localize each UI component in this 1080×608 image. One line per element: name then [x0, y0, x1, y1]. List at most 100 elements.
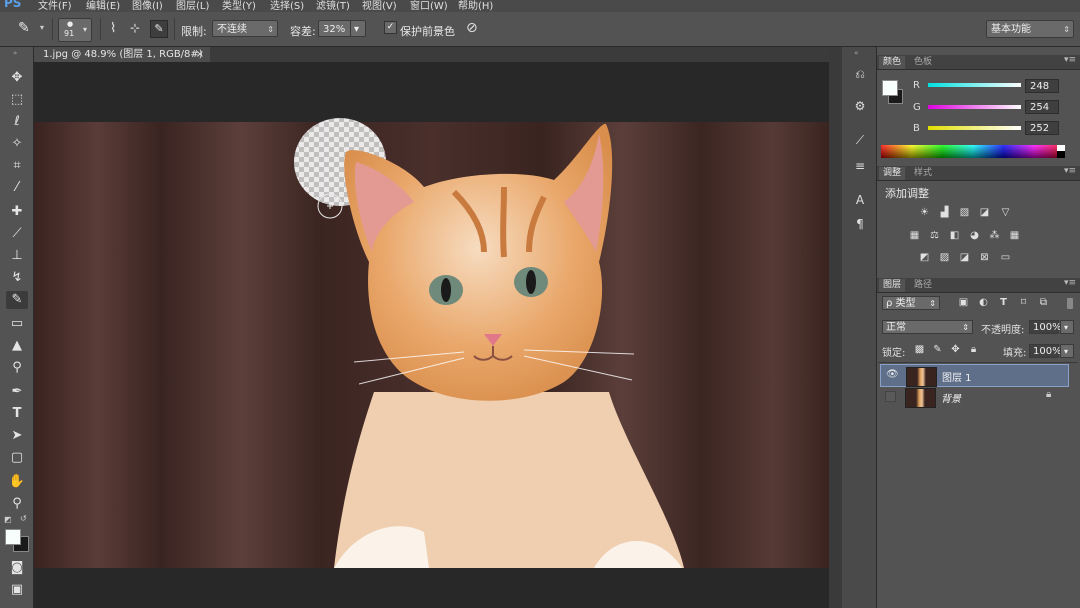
- levels-icon[interactable]: ▟: [938, 207, 951, 219]
- layer-name[interactable]: 背景: [941, 390, 961, 405]
- panel-menu-icon[interactable]: ▾≡: [1064, 278, 1076, 288]
- layer-name[interactable]: 图层 1: [942, 369, 972, 384]
- paragraph-panel-icon[interactable]: ¶: [851, 217, 869, 233]
- tab-paths[interactable]: 路径: [910, 279, 936, 292]
- canvas-area[interactable]: [34, 62, 829, 608]
- collapse-arrows-icon[interactable]: «: [854, 49, 858, 57]
- hue-saturation-icon[interactable]: ▦: [908, 230, 921, 242]
- curves-icon[interactable]: ▧: [958, 207, 971, 219]
- brush-panel-icon[interactable]: ⟋: [851, 133, 869, 149]
- gradient-tool-icon[interactable]: ▭: [6, 315, 28, 333]
- magic-wand-tool-icon[interactable]: ✧: [6, 135, 28, 153]
- crop-tool-icon[interactable]: ⌗: [6, 157, 28, 175]
- eyedropper-tool-icon[interactable]: ⁄: [6, 179, 28, 197]
- lock-image-icon[interactable]: ✎: [931, 344, 944, 356]
- limits-select[interactable]: 不连续 ⇕: [212, 20, 278, 37]
- path-selection-tool-icon[interactable]: ➤: [6, 427, 28, 445]
- tab-swatches[interactable]: 色板: [910, 56, 936, 69]
- color-lookup-icon[interactable]: ▦: [1008, 230, 1021, 242]
- default-colors-icon[interactable]: ◩: [4, 515, 12, 524]
- menu-file[interactable]: 文件(F): [38, 0, 72, 12]
- menu-filter[interactable]: 滤镜(T): [316, 0, 350, 12]
- menu-view[interactable]: 视图(V): [362, 0, 397, 12]
- visibility-toggle-empty[interactable]: [885, 391, 896, 402]
- document-tab[interactable]: 1.jpg @ 48.9% (图层 1, RGB/8#) * ×: [34, 47, 210, 75]
- brush-picker[interactable]: ● 91 ▾: [58, 18, 92, 42]
- screen-mode-icon[interactable]: ▣: [6, 581, 28, 599]
- move-tool-icon[interactable]: ✥: [6, 69, 28, 87]
- tab-color[interactable]: 颜色: [879, 56, 906, 69]
- vibrance-icon[interactable]: ▽: [999, 207, 1012, 219]
- sampling-background-swatch-icon[interactable]: ✎: [150, 20, 168, 38]
- channel-g-value[interactable]: 254: [1025, 100, 1059, 114]
- panel-menu-icon[interactable]: ▾≡: [1064, 166, 1076, 176]
- brush-tool-icon[interactable]: ⟋: [6, 225, 28, 243]
- protect-foreground-checkbox[interactable]: ✓: [384, 21, 397, 34]
- quick-mask-icon[interactable]: ◙: [6, 559, 28, 577]
- color-balance-icon[interactable]: ⚖: [928, 230, 941, 242]
- history-brush-tool-icon[interactable]: ↯: [6, 269, 28, 287]
- tolerance-input[interactable]: 32%: [318, 20, 352, 37]
- brush-presets-icon[interactable]: ≡: [851, 159, 869, 175]
- layer-row[interactable]: 👁︎ 图层 1: [880, 364, 1069, 387]
- channel-r-value[interactable]: 248: [1025, 79, 1059, 93]
- filter-shape-icon[interactable]: ⌑: [1017, 297, 1030, 309]
- lock-all-icon[interactable]: 🔒︎: [967, 344, 980, 356]
- channel-r-slider[interactable]: [928, 83, 1021, 87]
- foreground-color-swatch[interactable]: [882, 80, 898, 96]
- foreground-color-swatch[interactable]: [5, 529, 21, 545]
- fill-dropdown[interactable]: ▾: [1060, 344, 1074, 358]
- blend-mode-select[interactable]: 正常 ⇕: [882, 320, 973, 334]
- selective-color-icon[interactable]: ⊠: [978, 252, 991, 264]
- opacity-input[interactable]: 100%: [1029, 320, 1062, 334]
- clone-stamp-tool-icon[interactable]: ⊥: [6, 247, 28, 265]
- panel-menu-icon[interactable]: ▾≡: [1064, 55, 1076, 65]
- tab-adjustments[interactable]: 调整: [879, 167, 906, 180]
- gradient-map-icon[interactable]: ▭: [999, 252, 1012, 264]
- layer-row[interactable]: 背景 🔒︎: [880, 386, 1067, 408]
- sampling-once-icon[interactable]: ⊹: [130, 21, 140, 35]
- workspace-select[interactable]: 基本功能 ⇕: [986, 20, 1074, 38]
- opacity-dropdown[interactable]: ▾: [1060, 320, 1074, 334]
- type-tool-icon[interactable]: T: [6, 405, 28, 423]
- layer-kind-filter[interactable]: ρ 类型 ⇕: [882, 296, 940, 310]
- character-panel-icon[interactable]: A: [851, 193, 869, 209]
- lock-position-icon[interactable]: ✥: [949, 344, 962, 356]
- black-white-icon[interactable]: ◧: [948, 230, 961, 242]
- channel-b-value[interactable]: 252: [1025, 121, 1059, 135]
- shape-tool-icon[interactable]: ▢: [6, 449, 28, 467]
- lock-transparent-icon[interactable]: ▩: [913, 344, 926, 356]
- fill-input[interactable]: 100%: [1029, 344, 1062, 358]
- menu-help[interactable]: 帮助(H): [458, 0, 493, 12]
- swap-colors-icon[interactable]: ↺: [20, 514, 27, 523]
- lasso-tool-icon[interactable]: ℓ: [6, 113, 28, 131]
- menu-type[interactable]: 类型(Y): [222, 0, 256, 12]
- pressure-size-icon[interactable]: ⊘: [466, 20, 478, 36]
- channel-g-slider[interactable]: [928, 105, 1021, 109]
- filter-type-icon[interactable]: T: [997, 297, 1010, 309]
- menu-edit[interactable]: 编辑(E): [86, 0, 120, 12]
- tolerance-dropdown[interactable]: ▾: [350, 20, 366, 37]
- tab-layers[interactable]: 图层: [879, 279, 906, 292]
- eye-visibility-icon[interactable]: 👁︎: [886, 369, 899, 380]
- marquee-tool-icon[interactable]: ⬚: [6, 91, 28, 109]
- canvas-image[interactable]: [34, 62, 829, 608]
- tab-styles[interactable]: 样式: [910, 167, 936, 180]
- photo-filter-icon[interactable]: ◕: [968, 230, 981, 242]
- menu-select[interactable]: 选择(S): [270, 0, 304, 12]
- filter-adjustment-icon[interactable]: ◐: [977, 297, 990, 309]
- menu-image[interactable]: 图像(I): [132, 0, 163, 12]
- filter-smart-object-icon[interactable]: ⧉: [1037, 297, 1050, 309]
- blur-tool-icon[interactable]: ▲: [6, 337, 28, 355]
- posterize-icon[interactable]: ▨: [938, 252, 951, 264]
- dodge-tool-icon[interactable]: ⚲: [6, 359, 28, 377]
- menu-layer[interactable]: 图层(L): [176, 0, 209, 12]
- filter-pixel-icon[interactable]: ▣: [957, 297, 970, 309]
- channel-b-slider[interactable]: [928, 126, 1021, 130]
- hand-tool-icon[interactable]: ✋: [6, 473, 28, 491]
- sampling-continuous-icon[interactable]: ⌇: [110, 21, 116, 36]
- background-eraser-tool-icon[interactable]: ✎: [6, 291, 28, 309]
- tool-preset-dropdown-icon[interactable]: ▾: [40, 23, 44, 32]
- brightness-contrast-icon[interactable]: ☀: [918, 207, 931, 219]
- close-icon[interactable]: ×: [196, 47, 204, 62]
